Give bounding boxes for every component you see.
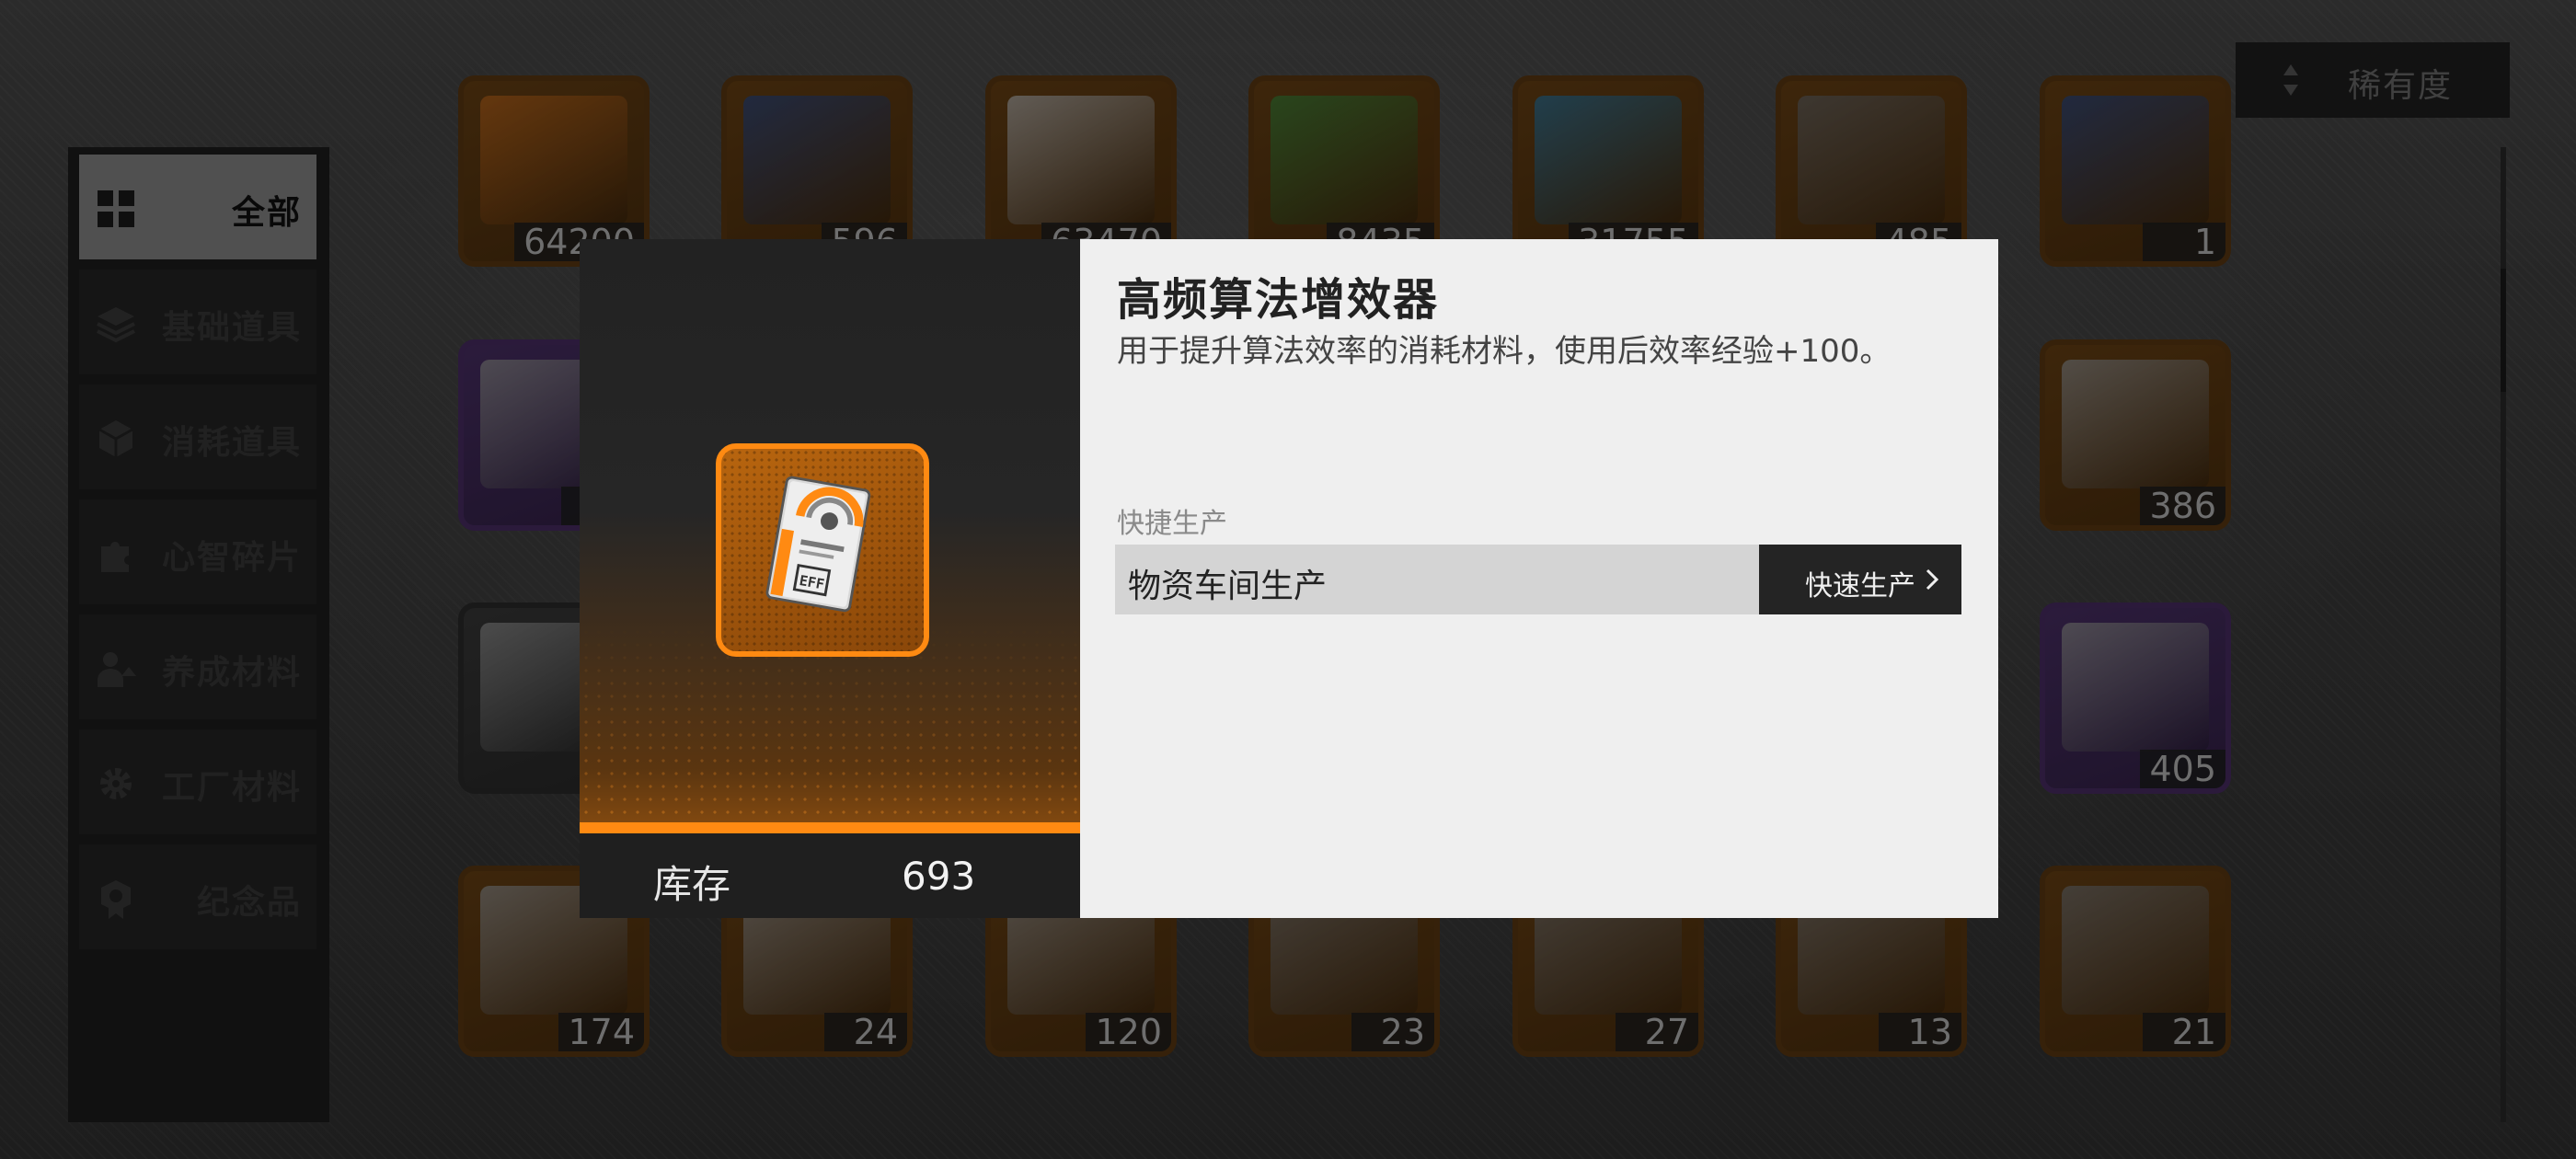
quick-produce-button[interactable]: 快速生产 [1759,545,1961,614]
production-source-row: 物资车间生产 快速生产 [1115,545,1961,614]
chevron-right-icon [1926,568,1939,591]
inventory-screen: 稀有度 全部 基础道具 消耗道具 心智碎片 养成材料 工厂材料 纪念品 1 38… [0,0,2576,1159]
stock-value: 693 [902,854,976,899]
item-icon-frame: EFF [716,443,929,657]
stock-bar: 库存 693 [580,833,1080,918]
item-preview-panel: EFF 库存 693 [580,239,1080,918]
accent-divider [580,822,1080,833]
stock-label: 库存 [653,862,731,907]
item-description: 用于提升算法效率的消耗材料，使用后效率经验+100。 [1117,333,1892,370]
item-title: 高频算法增效器 [1117,274,1440,326]
production-source-label: 物资车间生产 [1128,568,1328,605]
production-section-label: 快捷生产 [1117,508,1227,540]
item-detail-panel: 高频算法增效器 用于提升算法效率的消耗材料，使用后效率经验+100。 快捷生产 … [1080,239,1998,918]
quick-produce-label: 快速生产 [1805,570,1915,602]
data-card-icon: EFF [765,476,871,613]
